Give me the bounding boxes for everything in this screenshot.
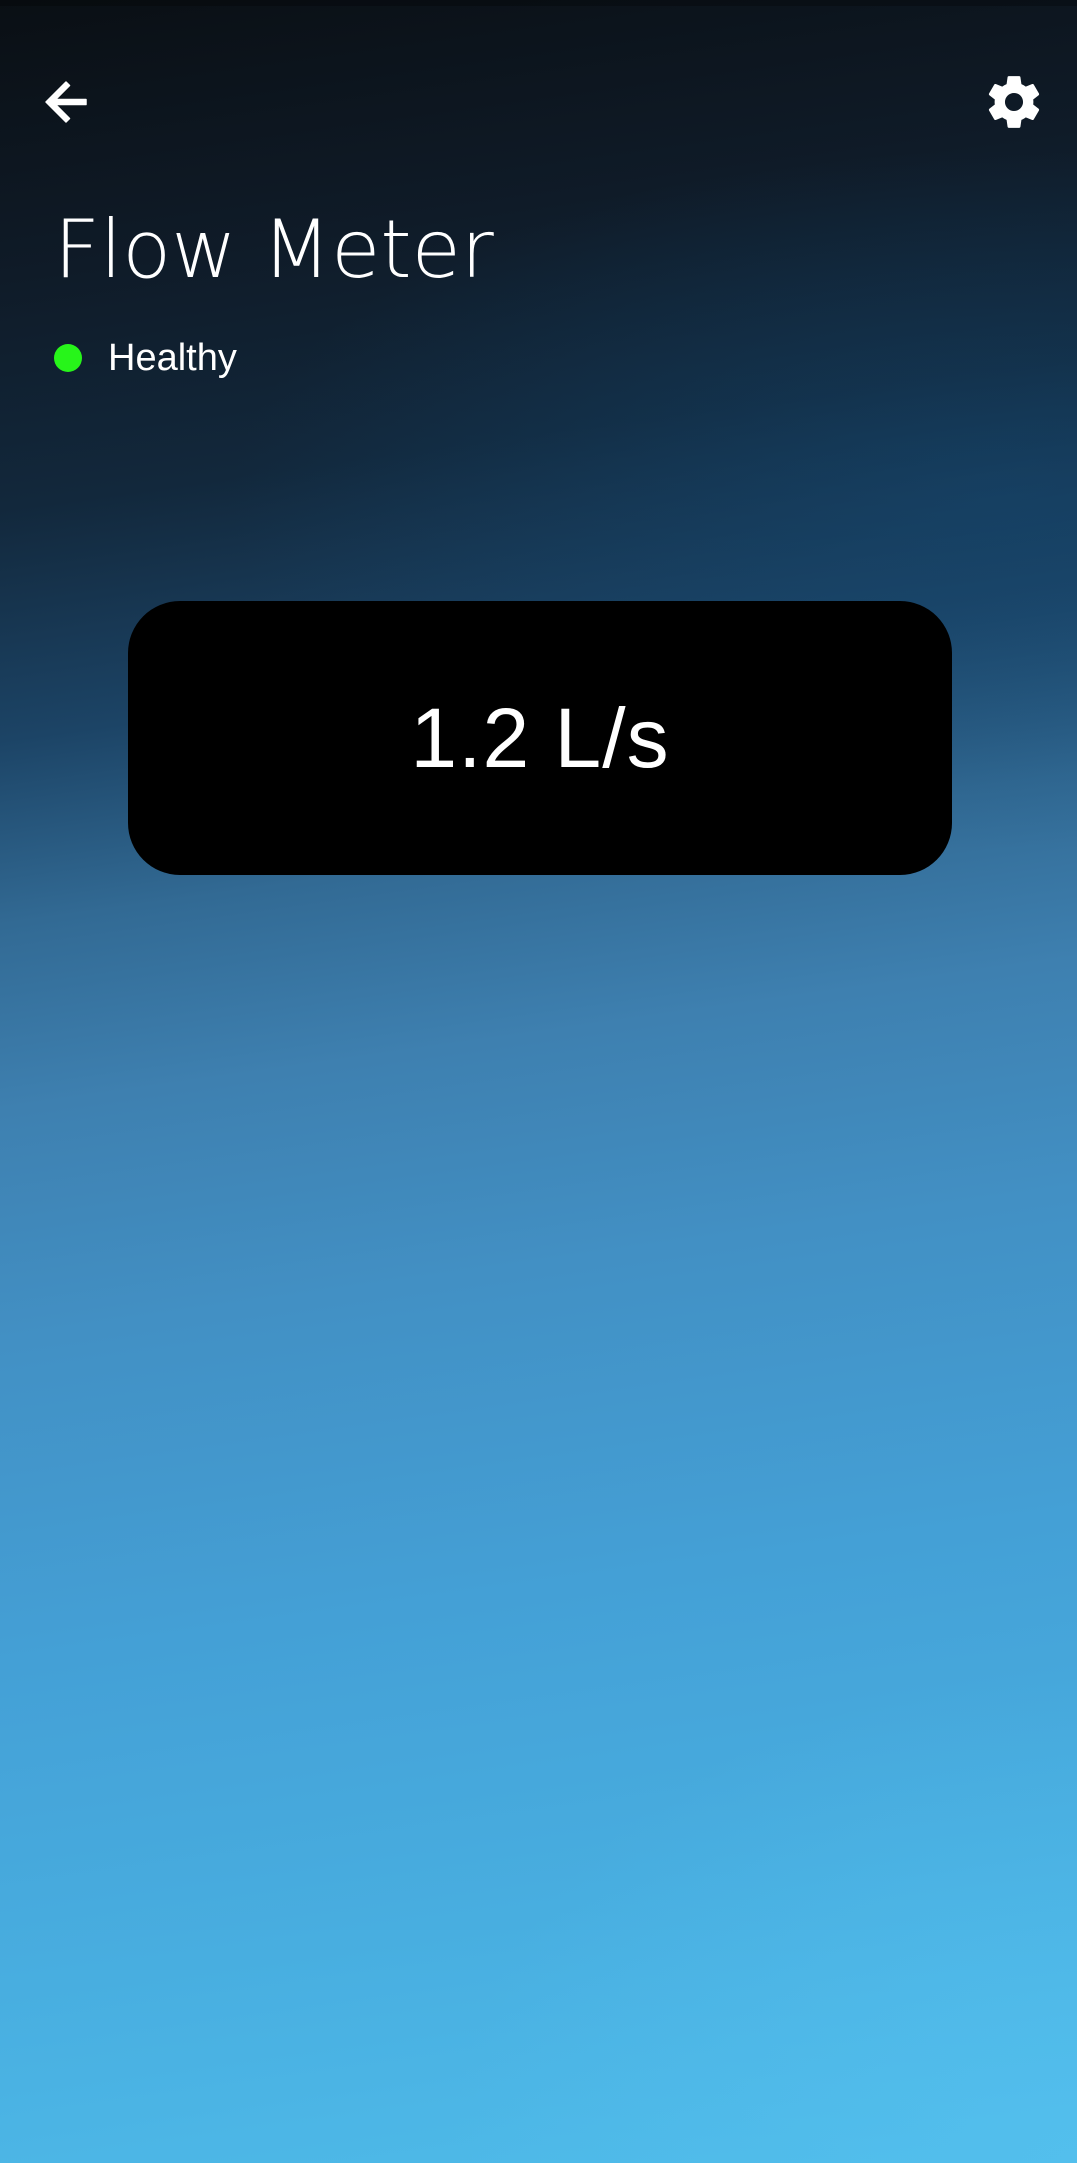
status-indicator: Healthy xyxy=(54,332,237,384)
arrow-left-icon xyxy=(45,81,87,123)
flow-rate-value: 1.2 L/s xyxy=(410,690,670,785)
page-title: Flow Meter xyxy=(54,203,494,296)
status-dot-icon xyxy=(54,344,82,372)
settings-button[interactable] xyxy=(974,62,1054,142)
gear-icon xyxy=(988,76,1040,128)
status-label: Healthy xyxy=(108,336,237,379)
reading-card: 1.2 L/s xyxy=(128,601,952,875)
status-bar xyxy=(0,0,1077,6)
back-button[interactable] xyxy=(28,64,104,140)
